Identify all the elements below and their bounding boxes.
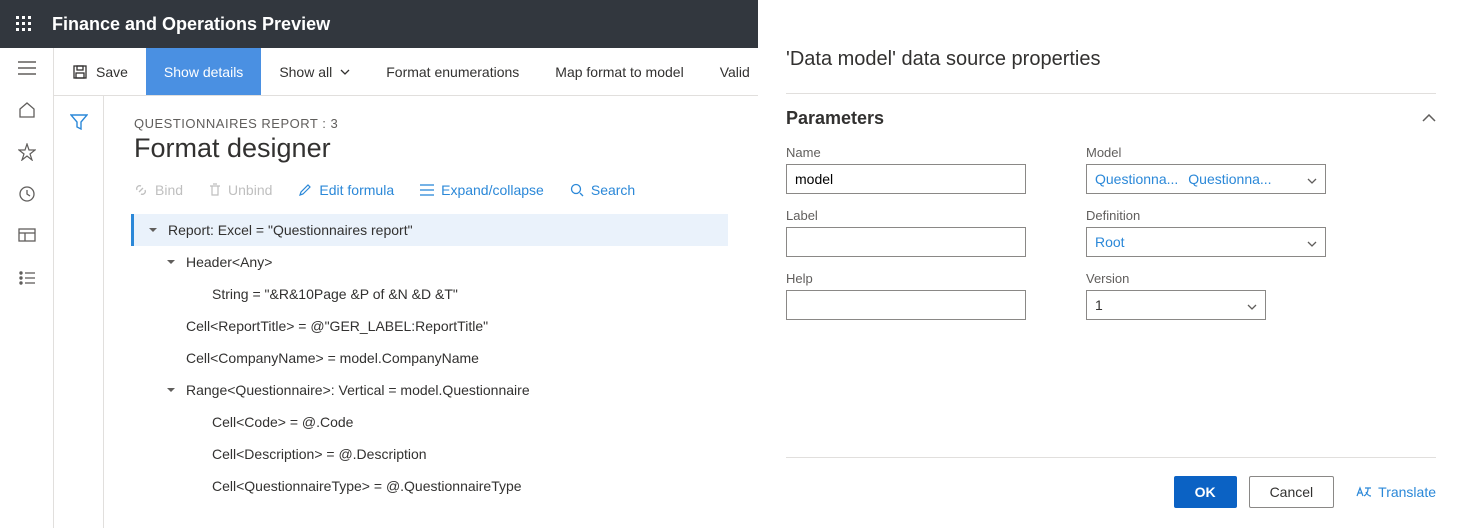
format-enumerations-button[interactable]: Format enumerations [368, 48, 537, 95]
main-content: QUESTIONNAIRES REPORT : 3 Format designe… [104, 96, 758, 528]
save-icon [72, 64, 88, 80]
edit-formula-button[interactable]: Edit formula [298, 182, 394, 198]
tree-node-questionnairetype[interactable]: Cell<QuestionnaireType> = @.Questionnair… [134, 470, 728, 502]
tree-node-questionnaire-range[interactable]: Range<Questionnaire>: Vertical = model.Q… [134, 374, 728, 406]
definition-field: Definition Root [1086, 208, 1326, 257]
hamburger-icon[interactable] [17, 58, 37, 78]
properties-panel: 'Data model' data source properties Para… [758, 0, 1464, 528]
caret-expanded-icon[interactable] [164, 255, 178, 269]
recent-icon[interactable] [17, 184, 37, 204]
ok-button[interactable]: OK [1174, 476, 1237, 508]
list-icon [420, 184, 434, 196]
chevron-down-icon [1247, 297, 1257, 313]
chevron-down-icon [1307, 171, 1317, 187]
version-label: Version [1086, 271, 1326, 286]
model-label: Model [1086, 145, 1326, 160]
chevron-down-icon [1307, 234, 1317, 250]
translate-button[interactable]: Translate [1356, 484, 1436, 500]
show-all-button[interactable]: Show all [261, 48, 368, 95]
model-field: Model Questionna... Questionna... [1086, 145, 1326, 194]
tree-node-code[interactable]: Cell<Code> = @.Code [134, 406, 728, 438]
trash-icon [209, 183, 221, 197]
name-label: Name [786, 145, 1026, 160]
map-format-label: Map format to model [555, 64, 683, 80]
format-tree: Report: Excel = "Questionnaires report" … [134, 214, 728, 502]
page-title: Format designer [134, 133, 728, 164]
label-label: Label [786, 208, 1026, 223]
name-input[interactable] [786, 164, 1026, 194]
caret-expanded-icon[interactable] [146, 223, 160, 237]
caret-expanded-icon[interactable] [164, 383, 178, 397]
save-label: Save [96, 64, 128, 80]
tree-node-report[interactable]: Report: Excel = "Questionnaires report" [131, 214, 728, 246]
definition-select[interactable]: Root [1086, 227, 1326, 257]
tree-node-companyname[interactable]: Cell<CompanyName> = model.CompanyName [134, 342, 728, 374]
show-all-label: Show all [279, 64, 332, 80]
model-select[interactable]: Questionna... Questionna... [1086, 164, 1326, 194]
translate-icon [1356, 485, 1372, 499]
left-nav-rail [0, 48, 54, 528]
panel-title: 'Data model' data source properties [786, 48, 1436, 71]
breadcrumb: QUESTIONNAIRES REPORT : 3 [134, 116, 728, 131]
show-details-label: Show details [164, 64, 243, 80]
filter-strip [54, 96, 104, 528]
parameters-label: Parameters [786, 108, 884, 129]
label-input[interactable] [786, 227, 1026, 257]
waffle-icon[interactable] [0, 0, 48, 48]
modules-icon[interactable] [17, 268, 37, 288]
tree-node-reporttitle[interactable]: Cell<ReportTitle> = @"GER_LABEL:ReportTi… [134, 310, 728, 342]
link-icon [134, 183, 148, 197]
search-icon [570, 183, 584, 197]
home-icon[interactable] [17, 100, 37, 120]
tree-search-button[interactable]: Search [570, 182, 635, 198]
format-enum-label: Format enumerations [386, 64, 519, 80]
tree-node-description[interactable]: Cell<Description> = @.Description [134, 438, 728, 470]
label-field: Label [786, 208, 1026, 257]
tree-node-string[interactable]: String = "&R&10Page &P of &N &D &T" [134, 278, 728, 310]
designer-toolbar: Bind Unbind Edit formula Expand/collapse… [134, 182, 728, 198]
filter-icon[interactable] [70, 114, 88, 528]
help-label: Help [786, 271, 1026, 286]
help-input[interactable] [786, 290, 1026, 320]
version-select[interactable]: 1 [1086, 290, 1266, 320]
unbind-button[interactable]: Unbind [209, 182, 272, 198]
brand-title: Finance and Operations Preview [48, 14, 350, 35]
chevron-up-icon [1422, 114, 1436, 123]
valid-label: Valid [720, 64, 750, 80]
tree-node-header[interactable]: Header<Any> [134, 246, 728, 278]
help-field: Help [786, 271, 1026, 320]
cancel-button[interactable]: Cancel [1249, 476, 1335, 508]
panel-footer: OK Cancel Translate [786, 457, 1436, 508]
star-icon[interactable] [17, 142, 37, 162]
parameters-section-header[interactable]: Parameters [786, 93, 1436, 129]
show-details-button[interactable]: Show details [146, 48, 261, 95]
save-button[interactable]: Save [54, 48, 146, 95]
workspace-icon[interactable] [17, 226, 37, 246]
bind-button[interactable]: Bind [134, 182, 183, 198]
definition-label: Definition [1086, 208, 1326, 223]
pencil-icon [298, 183, 312, 197]
chevron-down-icon [340, 69, 350, 75]
version-field: Version 1 [1086, 271, 1326, 320]
expand-collapse-button[interactable]: Expand/collapse [420, 182, 544, 198]
name-field: Name [786, 145, 1026, 194]
map-format-button[interactable]: Map format to model [537, 48, 701, 95]
